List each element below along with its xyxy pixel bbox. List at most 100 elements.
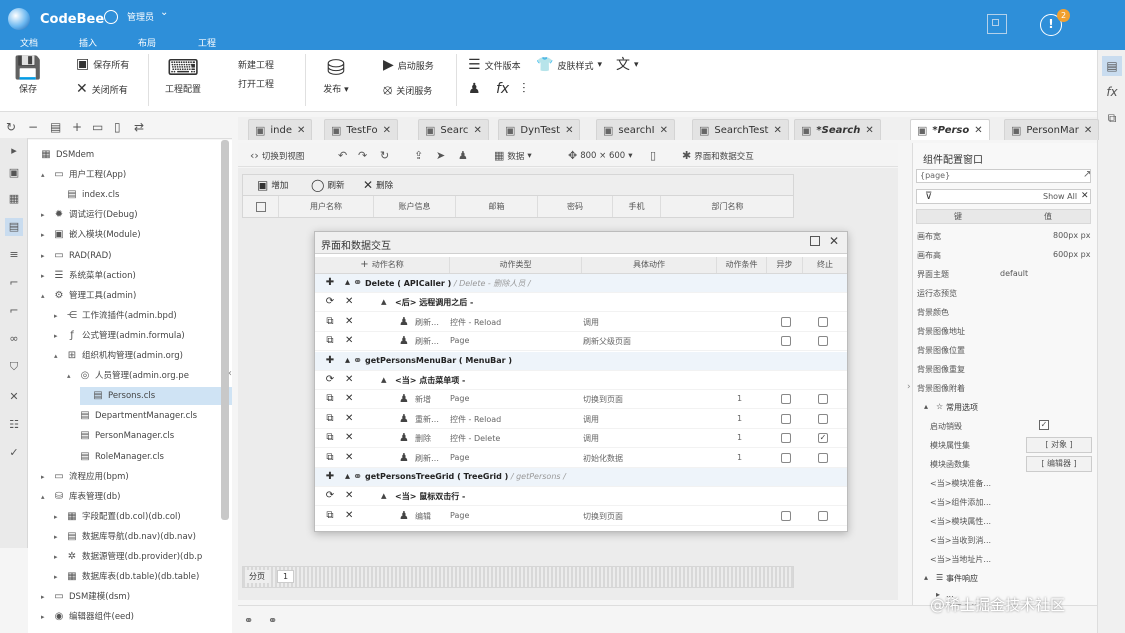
- add-button[interactable]: ▣ 增加: [257, 178, 288, 192]
- interaction-group-row[interactable]: ✚ ▴ ⚭ Delete ( APICaller ) / Delete - 删除人员 …: [315, 274, 847, 293]
- copy-icon[interactable]: ⧉: [324, 432, 336, 443]
- expand-arrow-icon[interactable]: ▸: [54, 327, 62, 345]
- property-row[interactable]: 模块函数集 [ 编辑器 ]: [916, 455, 1092, 474]
- collapse-arrow-icon[interactable]: ▴: [41, 287, 49, 305]
- maximize-icon[interactable]: [810, 236, 820, 246]
- header-action-detail[interactable]: 具体动作: [582, 257, 717, 273]
- stop-checkbox[interactable]: [818, 336, 828, 347]
- stop-checkbox[interactable]: [818, 316, 828, 327]
- menu-project[interactable]: 工程: [198, 36, 216, 49]
- auto-destroy-checkbox[interactable]: ✓: [1039, 420, 1049, 430]
- delete-icon[interactable]: ✕: [345, 510, 353, 521]
- delete-icon[interactable]: ✕: [345, 335, 353, 346]
- interaction-group-row[interactable]: ✚ ▴ ⚭ getPersonsTreeGrid ( TreeGrid ) / get…: [315, 468, 847, 487]
- collapse-arrow-icon[interactable]: ▴: [345, 355, 350, 366]
- editor-tab[interactable]: ▣ DynTest ✕: [498, 119, 581, 140]
- arrow-icon[interactable]: ▸: [5, 142, 23, 160]
- tree-node[interactable]: ▤ index.cls: [54, 186, 232, 204]
- component-selector[interactable]: {page}: [916, 169, 1091, 183]
- interaction-event-row[interactable]: ⟳ ✕ ▴ <当> 鼠标双击行 -: [315, 487, 847, 507]
- event-property-row[interactable]: <当>当地址片...: [916, 550, 1091, 569]
- event-property-row[interactable]: <当>模块属性...: [916, 512, 1091, 531]
- section-common-options[interactable]: ▴ ☆ 常用选项: [916, 398, 1091, 417]
- data-dropdown[interactable]: ▦ 数据 ▾: [494, 149, 532, 162]
- tree-node[interactable]: ▴ ⚙ 管理工具(admin): [41, 287, 232, 305]
- interaction-action-row[interactable]: ⧉ ✕ ♟ 重新… 控件 - Reload 调用 1: [315, 410, 847, 429]
- tree-node[interactable]: ▸ ◉ 编辑器组件(eed): [41, 608, 232, 626]
- tree-node[interactable]: ▸ ▭ 流程应用(bpm): [41, 468, 232, 486]
- expand-arrow-icon[interactable]: ▸: [54, 548, 62, 566]
- link-icon[interactable]: ∞: [5, 330, 23, 348]
- collapse-arrow-icon[interactable]: ▴: [381, 295, 387, 308]
- window-icon[interactable]: ▣: [5, 164, 23, 182]
- tag-icon[interactable]: ⌐: [5, 274, 23, 292]
- interaction-action-row[interactable]: ⧉ ✕ ♟ 刷新… Page 刷新父级页面: [315, 332, 847, 352]
- header-stop[interactable]: 终止: [803, 257, 847, 273]
- function-editor-button[interactable]: [ 编辑器 ]: [1026, 456, 1092, 472]
- edit-event-icon[interactable]: ⟳: [324, 374, 336, 385]
- delete-button[interactable]: ✕ 删除: [363, 178, 393, 192]
- tree-node[interactable]: ▴ ⛁ 库表管理(db): [41, 488, 232, 506]
- tree-scrollbar[interactable]: [221, 140, 229, 520]
- collapse-arrow-icon[interactable]: ▴: [345, 471, 350, 482]
- tree-node[interactable]: ▸ ƒ 公式管理(admin.formula): [54, 327, 232, 345]
- select-all-cell[interactable]: [243, 196, 279, 217]
- property-row[interactable]: 背景图像附着: [916, 379, 1091, 398]
- tab-close-icon[interactable]: ✕: [473, 125, 481, 136]
- property-value[interactable]: default: [1000, 269, 1028, 278]
- user-icon[interactable]: [104, 10, 118, 24]
- filter-input[interactable]: ⊽ Show All ✕: [916, 189, 1091, 204]
- event-property-row[interactable]: <当>模块准备...: [916, 474, 1091, 493]
- link-icon[interactable]: ⚭: [244, 614, 253, 627]
- edit-event-icon[interactable]: ⟳: [324, 296, 336, 307]
- copy-icon[interactable]: ⧉: [324, 413, 336, 424]
- tree-node[interactable]: ▴ ◎ 人员管理(admin.org.pe: [67, 367, 232, 385]
- stop-checkbox[interactable]: [818, 452, 828, 463]
- async-checkbox[interactable]: [781, 394, 791, 405]
- header-action-type[interactable]: 动作类型: [450, 257, 582, 273]
- refresh-icon[interactable]: ↻: [6, 120, 16, 134]
- copy-icon[interactable]: ⧉: [324, 335, 336, 346]
- skin-style-button[interactable]: 👕 皮肤样式 ▾: [536, 58, 602, 72]
- async-checkbox[interactable]: [781, 413, 791, 424]
- async-checkbox[interactable]: [781, 433, 791, 444]
- tree-node[interactable]: ▸ ✹ 调试运行(Debug): [41, 206, 232, 224]
- collapse-arrow-icon[interactable]: ▴: [345, 277, 350, 288]
- tree-node[interactable]: ▸ ✲ 数据源管理(db.provider)(db.p: [54, 548, 232, 566]
- interaction-action-row[interactable]: ⧉ ✕ ♟ 刷新… 控件 - Reload 调用: [315, 313, 847, 332]
- copy-icon[interactable]: ⧉: [324, 316, 336, 327]
- property-row[interactable]: 画布高 600px px: [916, 246, 1091, 265]
- editor-tab[interactable]: ▣ Searc ✕: [418, 119, 489, 140]
- tree-node[interactable]: ▦ DSMdem: [28, 146, 232, 164]
- copy-icon[interactable]: ⧉: [324, 393, 336, 404]
- fx-icon[interactable]: fx: [1102, 82, 1122, 102]
- property-row[interactable]: 界面主题 default: [916, 265, 1091, 284]
- collapse-icon[interactable]: −: [28, 120, 38, 134]
- event-property-row[interactable]: <当>组件添加...: [916, 493, 1091, 512]
- canvas-size-dropdown[interactable]: ✥ 800 × 600 ▾: [568, 149, 632, 162]
- stop-checkbox[interactable]: [818, 394, 828, 405]
- copy-icon[interactable]: ⧉: [324, 510, 336, 521]
- delete-icon[interactable]: ✕: [345, 490, 353, 501]
- interaction-action-row[interactable]: ⧉ ✕ ♟ 编辑 Page 切换到页面: [315, 507, 847, 526]
- collapse-arrow-icon[interactable]: ▴: [924, 402, 928, 411]
- header-action-name[interactable]: + 动作名称: [315, 257, 450, 273]
- rename-icon[interactable]: ⇄: [134, 120, 144, 134]
- copy-icon[interactable]: ⧉: [324, 452, 336, 463]
- settings-tool-button[interactable]: ⫶: [522, 82, 526, 96]
- property-row[interactable]: 背景颜色: [916, 303, 1091, 322]
- expand-arrow-icon[interactable]: ▸: [41, 608, 49, 626]
- project-config-button[interactable]: ⌨ 工程配置: [160, 56, 206, 95]
- delete-icon[interactable]: ✕: [345, 374, 353, 385]
- tree-node[interactable]: ▸ ▦ 字段配置(db.col)(db.col): [54, 508, 232, 526]
- grid-column-header[interactable]: 密码: [538, 196, 613, 217]
- expand-arrow-icon[interactable]: ▸: [54, 307, 62, 325]
- language-button[interactable]: 文 ▾: [616, 58, 639, 72]
- property-row[interactable]: 运行态预览: [916, 284, 1091, 303]
- expand-arrow-icon[interactable]: ▸: [54, 508, 62, 526]
- folder-icon[interactable]: ▭: [92, 120, 103, 134]
- tab-close-icon[interactable]: ✕: [974, 125, 982, 136]
- property-row[interactable]: 模块属性集 [ 对象 ]: [916, 436, 1092, 455]
- shield-icon[interactable]: ⛉: [5, 358, 23, 376]
- interaction-button[interactable]: ✱ 界面和数据交互: [682, 149, 754, 162]
